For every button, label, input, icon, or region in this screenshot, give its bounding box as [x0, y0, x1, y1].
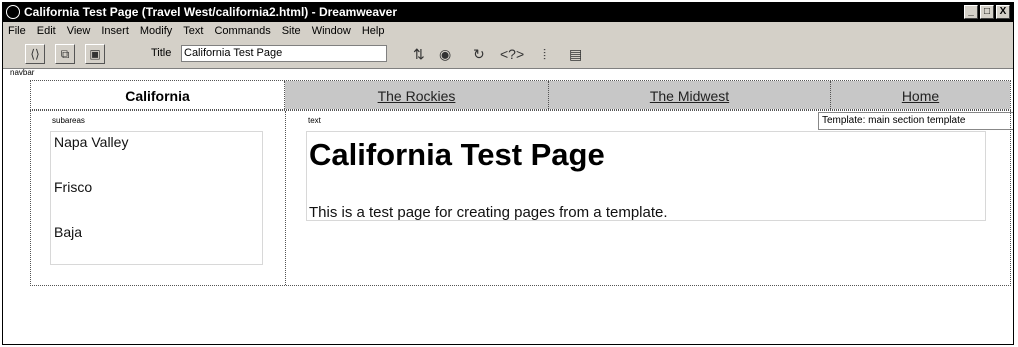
- nav-the-rockies[interactable]: The Rockies: [285, 81, 549, 109]
- subareas-region[interactable]: Napa Valley Frisco Baja: [50, 131, 263, 265]
- show-design-view-icon[interactable]: ▣: [85, 44, 105, 64]
- refresh-icon[interactable]: ↻: [473, 45, 485, 63]
- text-region[interactable]: California Test Page This is a test page…: [306, 131, 986, 221]
- menu-modify[interactable]: Modify: [135, 22, 178, 40]
- navbar: California The Rockies The Midwest Home: [30, 80, 1011, 110]
- view-options-icon[interactable]: ⦙: [543, 45, 546, 63]
- design-view[interactable]: navbar California The Rockies The Midwes…: [3, 68, 1013, 344]
- code-navigation-icon[interactable]: <?>: [500, 45, 524, 63]
- main-section-table: subareas Napa Valley Frisco Baja text Ca…: [30, 110, 1011, 286]
- nav-california[interactable]: California: [31, 81, 285, 109]
- menu-bar: File Edit View Insert Modify Text Comman…: [3, 22, 1013, 40]
- column-divider: [285, 111, 287, 285]
- subarea-frisco[interactable]: Frisco: [54, 179, 92, 195]
- subareas-region-label: subareas: [52, 116, 85, 125]
- title-label: Title: [151, 47, 172, 59]
- page-body-text: This is a test page for creating pages f…: [309, 204, 668, 221]
- window-title: California Test Page (Travel West/califo…: [24, 5, 398, 19]
- window-controls: _ □ X: [964, 5, 1010, 19]
- page-heading: California Test Page: [309, 137, 605, 172]
- nav-the-midwest[interactable]: The Midwest: [549, 81, 831, 109]
- text-region-label: text: [308, 116, 321, 125]
- menu-window[interactable]: Window: [307, 22, 357, 40]
- close-button[interactable]: X: [996, 5, 1010, 19]
- subarea-baja[interactable]: Baja: [54, 224, 82, 240]
- navbar-region-label: navbar: [10, 68, 35, 77]
- show-code-view-icon[interactable]: ⟨⟩: [25, 44, 45, 64]
- document-toolbar: ⟨⟩ ⧉ ▣ Title California Test Page ⇅ ◉ ↻ …: [3, 40, 1013, 69]
- menu-text[interactable]: Text: [178, 22, 209, 40]
- menu-commands[interactable]: Commands: [209, 22, 276, 40]
- minimize-button[interactable]: _: [964, 5, 978, 19]
- menu-site[interactable]: Site: [277, 22, 307, 40]
- title-bar[interactable]: California Test Page (Travel West/califo…: [3, 3, 1013, 22]
- show-code-and-design-icon[interactable]: ⧉: [55, 44, 75, 64]
- nav-home[interactable]: Home: [831, 81, 1010, 109]
- menu-help[interactable]: Help: [357, 22, 391, 40]
- subarea-napa-valley[interactable]: Napa Valley: [54, 134, 128, 150]
- menu-insert[interactable]: Insert: [96, 22, 135, 40]
- menu-file[interactable]: File: [3, 22, 32, 40]
- menu-edit[interactable]: Edit: [32, 22, 62, 40]
- toolbar-options-icon[interactable]: ▤: [569, 45, 582, 63]
- maximize-button[interactable]: □: [980, 5, 994, 19]
- dreamweaver-app-icon[interactable]: [6, 5, 20, 19]
- file-management-icon[interactable]: ⇅: [413, 45, 425, 63]
- menu-view[interactable]: View: [62, 22, 97, 40]
- dreamweaver-window: California Test Page (Travel West/califo…: [2, 2, 1014, 345]
- preview-in-browser-icon[interactable]: ◉: [439, 45, 451, 63]
- page-title-input[interactable]: California Test Page: [181, 45, 387, 62]
